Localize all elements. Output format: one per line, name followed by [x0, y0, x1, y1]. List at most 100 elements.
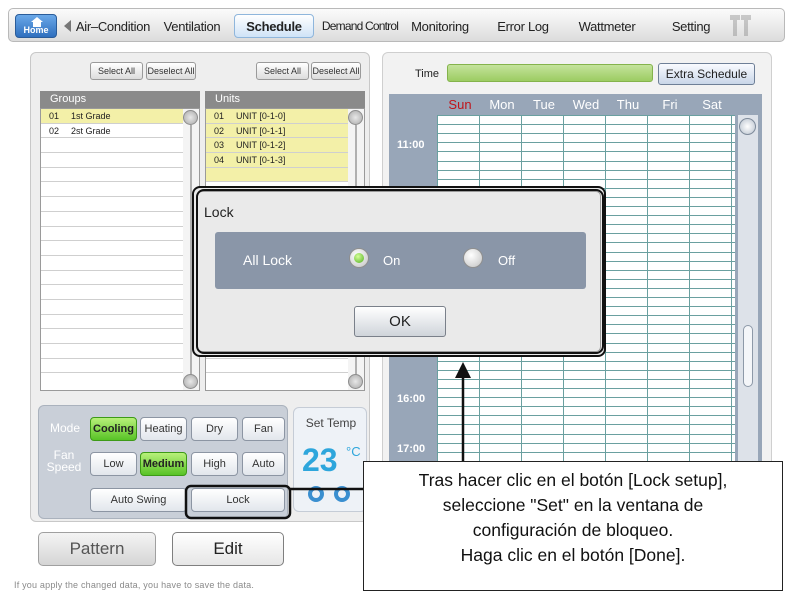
list-item: [41, 329, 183, 344]
extra-schedule-button[interactable]: Extra Schedule: [658, 63, 755, 85]
day-header-wed: Wed: [572, 97, 600, 112]
grid-row-line: [437, 378, 735, 380]
home-icon: [31, 17, 43, 27]
hour-label: 17:00: [397, 443, 426, 455]
grid-row-line: [437, 151, 735, 153]
scroll-up-icon[interactable]: [183, 110, 198, 125]
units-deselect-all-button[interactable]: Deselect All: [311, 62, 361, 80]
grid-row-line: [437, 142, 735, 144]
tab-wattmeter[interactable]: Wattmeter: [569, 14, 645, 38]
lock-off-radio[interactable]: [463, 248, 483, 268]
tab-air-condition[interactable]: Air–Condition: [73, 14, 153, 38]
callout-line: Tras hacer clic en el botón [Lock setup]…: [418, 470, 728, 490]
ok-button[interactable]: OK: [354, 306, 446, 337]
temp-up-icon[interactable]: [334, 486, 350, 502]
home-button[interactable]: Home: [15, 14, 57, 38]
temp-down-icon[interactable]: [308, 486, 324, 502]
grid-row-line: [437, 169, 735, 171]
units-select-all-button[interactable]: Select All: [256, 62, 309, 80]
groups-list: 01 1st Grade 02 2st Grade: [40, 108, 200, 391]
auto-swing-button[interactable]: Auto Swing: [90, 488, 187, 512]
scroll-up-icon[interactable]: [739, 118, 756, 135]
mode-fan-button[interactable]: Fan: [242, 417, 285, 441]
dialog-title: Lock: [204, 204, 234, 220]
callout-line: configuración de bloqueo.: [472, 520, 674, 540]
mode-cooling-button[interactable]: Cooling: [90, 417, 137, 441]
mode-heating-button[interactable]: Heating: [140, 417, 187, 441]
grid-row-line: [437, 133, 735, 135]
fan-auto-button[interactable]: Auto: [242, 452, 285, 476]
fan-medium-button[interactable]: Medium: [140, 452, 187, 476]
groups-deselect-all-button[interactable]: Deselect All: [146, 62, 196, 80]
grid-row-line: [437, 124, 735, 126]
callout-line: seleccione "Set" en la ventana de: [442, 495, 704, 515]
mode-label: Mode: [49, 421, 81, 435]
grid-row-line: [437, 369, 735, 371]
top-nav-bar: Home Air–Condition Ventilation Schedule …: [8, 8, 785, 42]
set-temp-label: Set Temp: [305, 416, 357, 430]
list-item: [41, 227, 183, 242]
list-item: [41, 197, 183, 212]
grid-row-line: [437, 442, 735, 444]
list-item[interactable]: 04 UNIT [0-1-3]: [206, 153, 348, 168]
grid-row-line: [437, 406, 735, 408]
list-item[interactable]: 02 2st Grade: [41, 124, 183, 139]
scroll-down-icon[interactable]: [348, 374, 363, 389]
fan-speed-label: Fan Speed: [46, 448, 82, 474]
tab-demand-control[interactable]: Demand Control: [319, 14, 401, 38]
list-item[interactable]: 01 UNIT [0-1-0]: [206, 109, 348, 124]
list-item: [41, 271, 183, 286]
grid-row-line: [437, 160, 735, 162]
edit-button[interactable]: Edit: [172, 532, 284, 566]
list-item: [41, 241, 183, 256]
list-item: [41, 212, 183, 227]
list-item[interactable]: 02 UNIT [0-1-1]: [206, 123, 348, 139]
grid-row-line: [437, 397, 735, 399]
grid-row-line: [437, 178, 735, 180]
day-header-sat: Sat: [702, 97, 722, 112]
scroll-down-icon[interactable]: [183, 374, 198, 389]
nav-left-arrow-icon[interactable]: [64, 20, 71, 32]
day-header-sun: Sun: [448, 97, 472, 112]
pattern-button[interactable]: Pattern: [38, 532, 156, 566]
callout-line: Haga clic en el botón [Done].: [460, 545, 686, 565]
grid-row-line: [437, 433, 735, 435]
scroll-up-icon[interactable]: [348, 110, 363, 125]
day-header-tue: Tue: [533, 97, 555, 112]
set-temp-value: 23: [302, 442, 338, 478]
grid-row-line: [437, 360, 735, 362]
units-header: Units: [205, 91, 365, 108]
groups-select-all-button[interactable]: Select All: [90, 62, 143, 80]
list-item[interactable]: [206, 167, 348, 183]
day-header-mon: Mon: [489, 97, 515, 112]
list-item: [206, 359, 348, 374]
scroll-thumb[interactable]: [743, 325, 753, 387]
fan-high-button[interactable]: High: [191, 452, 238, 476]
instruction-callout: Tras hacer clic en el botón [Lock setup]…: [363, 461, 783, 591]
tab-ventilation[interactable]: Ventilation: [156, 14, 228, 38]
list-item: [41, 344, 183, 359]
footer-note: If you apply the changed data, you have …: [14, 580, 255, 590]
lock-button[interactable]: Lock: [191, 488, 285, 512]
grid-row-line: [437, 388, 735, 389]
list-item[interactable]: 03 UNIT [0-1-2]: [206, 138, 348, 154]
hour-label: 16:00: [397, 393, 426, 405]
list-item[interactable]: 01 1st Grade: [41, 109, 183, 124]
mode-dry-button[interactable]: Dry: [191, 417, 238, 441]
tab-schedule[interactable]: Schedule: [234, 14, 314, 38]
grid-row-line: [437, 451, 735, 453]
day-header-thu: Thu: [616, 97, 640, 112]
tab-error-log[interactable]: Error Log: [491, 14, 555, 38]
list-item: [41, 359, 183, 374]
all-lock-row: All Lock On Off: [215, 232, 586, 289]
lock-on-radio[interactable]: [349, 248, 369, 268]
tab-setting[interactable]: Setting: [667, 14, 715, 38]
grid-row-line: [437, 415, 735, 417]
grid-row-line: [437, 424, 735, 426]
fan-low-button[interactable]: Low: [90, 452, 137, 476]
lock-on-label: On: [383, 253, 401, 268]
time-bar: [447, 64, 653, 82]
tab-monitoring[interactable]: Monitoring: [405, 14, 475, 38]
set-temp-unit: °C: [346, 444, 361, 459]
lock-off-label: Off: [498, 253, 516, 268]
